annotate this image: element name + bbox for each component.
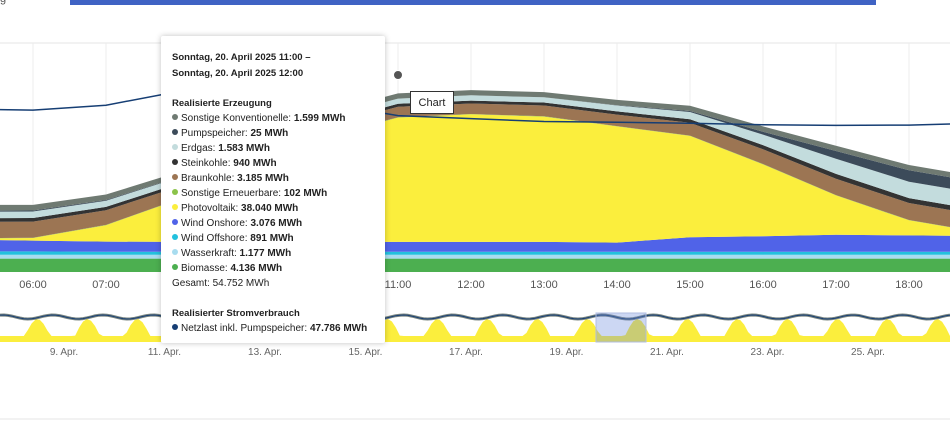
tooltip-consumption-header: Realisierter Stromverbrauch (172, 308, 300, 319)
legend-dot (172, 174, 178, 180)
tooltip-row-value: 891 MWh (250, 233, 294, 244)
tooltip-row: Wasserkraft: 1.177 MWh (172, 246, 375, 261)
navigator-date-label: 11. Apr. (148, 347, 181, 358)
tooltip-row-value: 940 MWh (233, 158, 277, 169)
tooltip-consumption-row: Netzlast inkl. Pumpspeicher: 47.786 MWh (172, 321, 375, 336)
x-tick-label: 12:00 (457, 279, 485, 291)
x-tick-label: 11:00 (385, 279, 412, 291)
navigator-date-label: 13. Apr. (248, 347, 282, 358)
tooltip-row-value: 4.136 MWh (230, 263, 283, 274)
tooltip-row-value: 38.040 MWh (241, 203, 299, 214)
x-tick-label: 16:00 (749, 279, 777, 291)
consumption-label: Netzlast inkl. Pumpspeicher: (181, 323, 308, 334)
tooltip-row-label: Sonstige Konventionelle: (181, 113, 292, 124)
tooltip-row-label: Wasserkraft: (181, 248, 237, 259)
tooltip-row: Photovoltaik: 38.040 MWh (172, 201, 375, 216)
tooltip-row-label: Wind Onshore: (181, 218, 248, 229)
tooltip-row-label: Erdgas: (181, 143, 216, 154)
tooltip-row: Steinkohle: 940 MWh (172, 156, 375, 171)
tooltip-row-value: 25 MWh (250, 128, 289, 139)
tooltip-row-label: Photovoltaik: (181, 203, 239, 214)
area-wasserkraft[interactable] (0, 254, 950, 259)
chart-context-button[interactable]: Chart (410, 91, 454, 114)
navigator-date-label: 15. Apr. (349, 347, 383, 358)
tooltip-row-value: 102 MWh (283, 188, 328, 199)
tooltip-row-label: Wind Offshore: (181, 233, 248, 244)
tooltip-row: Pumpspeicher: 25 MWh (172, 126, 375, 141)
navigator-selection-window[interactable] (595, 312, 647, 343)
area-wind-offshore[interactable] (0, 251, 950, 255)
chart-tooltip: Sonntag, 20. April 2025 11:00 – Sonntag,… (161, 36, 385, 343)
navigator-solar-area (0, 319, 950, 342)
consumption-value: 47.786 MWh (309, 323, 368, 334)
tooltip-row-label: Biomasse: (181, 263, 228, 274)
tooltip-row-value: 1.583 MWh (218, 143, 270, 154)
legend-dot (172, 114, 178, 120)
tooltip-row-label: Pumpspeicher: (181, 128, 248, 139)
x-tick-label: 07:00 (92, 279, 120, 291)
tooltip-row-value: 1.599 MWh (293, 113, 346, 124)
legend-dot (172, 204, 178, 210)
legend-dot (172, 234, 178, 240)
tooltip-row-label: Sonstige Erneuerbare: (181, 188, 282, 199)
navigator-date-label: 23. Apr. (751, 347, 785, 358)
tooltip-row: Braunkohle: 3.185 MWh (172, 171, 375, 186)
consumption-legend-dot (172, 324, 178, 330)
tooltip-row-value: 1.177 MWh (239, 248, 292, 259)
legend-dot (172, 219, 178, 225)
x-tick-label: 17:00 (822, 279, 850, 291)
tooltip-generation-header: Realisierte Erzeugung (172, 98, 272, 109)
tooltip-row: Erdgas: 1.583 MWh (172, 141, 375, 156)
legend-dot (172, 264, 178, 270)
legend-dot (172, 159, 178, 165)
legend-dot (172, 129, 178, 135)
tooltip-date-line2: Sonntag, 20. April 2025 12:00 (172, 68, 304, 79)
tooltip-row-value: 3.076 MWh (250, 218, 303, 229)
legend-dot (172, 144, 178, 150)
navigator-date-label: 19. Apr. (550, 347, 584, 358)
navigator-date-label: 17. Apr. (449, 347, 483, 358)
tooltip-row: Biomasse: 4.136 MWh (172, 261, 375, 276)
tooltip-row-label: Steinkohle: (181, 158, 231, 169)
tooltip-row-label: Braunkohle: (181, 173, 235, 184)
tooltip-total: Gesamt: 54.752 MWh (172, 278, 270, 289)
area-biomasse[interactable] (0, 258, 950, 272)
tooltip-row: Wind Onshore: 3.076 MWh (172, 216, 375, 231)
x-tick-label: 18:00 (895, 279, 923, 291)
navigator-date-label: 9. Apr. (50, 347, 78, 358)
tooltip-row: Wind Offshore: 891 MWh (172, 231, 375, 246)
tooltip-row-value: 3.185 MWh (237, 173, 289, 184)
navigator-date-label: 21. Apr. (650, 347, 684, 358)
tooltip-row: Sonstige Erneuerbare: 102 MWh (172, 186, 375, 201)
legend-dot (172, 189, 178, 195)
main-area-chart[interactable]: 06:0007:0008:0009:0010:0011:0012:0013:00… (0, 0, 950, 429)
tooltip-date-line1: Sonntag, 20. April 2025 11:00 – (172, 52, 311, 63)
hover-marker (393, 70, 403, 80)
x-tick-label: 15:00 (676, 279, 704, 291)
x-tick-label: 13:00 (530, 279, 558, 291)
legend-dot (172, 249, 178, 255)
x-tick-label: 14:00 (603, 279, 631, 291)
x-tick-label: 06:00 (19, 279, 47, 291)
tooltip-row: Sonstige Konventionelle: 1.599 MWh (172, 111, 375, 126)
navigator-date-label: 25. Apr. (851, 347, 885, 358)
